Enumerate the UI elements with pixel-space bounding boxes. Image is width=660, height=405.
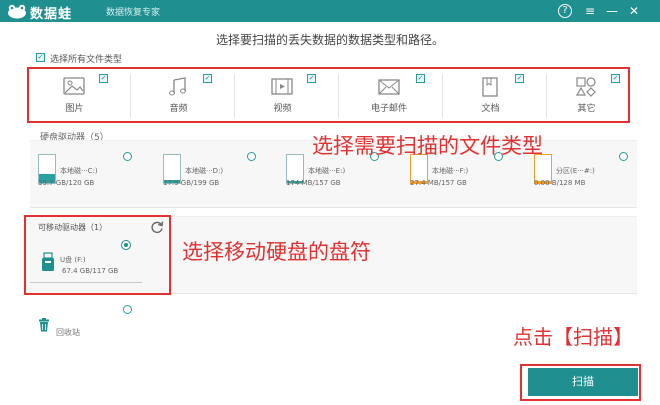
close-icon[interactable]: ✕ <box>626 3 642 19</box>
app-name: 数据蛙 <box>30 7 73 22</box>
drive-radio[interactable] <box>123 152 132 161</box>
annotation-select-drive: 选择移动硬盘的盘符 <box>182 240 371 264</box>
drive-partition[interactable]: 分区(E···#:) 0.00 B/128 MB <box>534 150 654 198</box>
drive-size: 27.4 MB/157 GB <box>410 179 467 187</box>
select-all-label[interactable]: 选择所有文件类型 <box>50 52 122 65</box>
drive-c[interactable]: 本地磁···C:) 39.7 GB/120 GB <box>38 150 158 198</box>
recycle-bin-label[interactable]: 回收站 <box>56 327 80 338</box>
select-all-checkbox[interactable]: ✓ <box>36 53 45 62</box>
frog-logo-icon <box>8 4 26 19</box>
drive-name: 本地磁···E:) <box>308 167 346 175</box>
trash-icon <box>39 318 49 332</box>
drive-d[interactable]: 本地磁···D:) 17.9 GB/199 GB <box>163 150 283 198</box>
annotation-highlight-box <box>27 67 630 123</box>
minimize-icon[interactable]: — <box>604 3 620 19</box>
drive-name: 分区(E···#:) <box>556 167 595 175</box>
drive-size: 0.00 B/128 MB <box>534 179 586 187</box>
menu-icon[interactable]: ≡ <box>582 3 598 19</box>
annotation-click-scan: 点击【扫描】 <box>513 325 633 349</box>
drive-radio[interactable] <box>619 152 628 161</box>
app-subtitle: 数据恢复专家 <box>106 8 161 18</box>
recycle-bin-radio[interactable] <box>123 305 132 314</box>
drive-radio[interactable] <box>247 152 256 161</box>
annotation-highlight-box <box>24 215 171 295</box>
drive-name: 本地磁···F:) <box>432 167 469 175</box>
drive-size: 39.7 GB/120 GB <box>38 179 95 187</box>
drive-name: 本地磁···C:) <box>60 167 98 175</box>
help-icon[interactable]: ? <box>558 4 572 18</box>
page-heading: 选择要扫描的丢失数据的数据类型和路径。 <box>215 33 444 47</box>
drive-size: 17.9 GB/199 GB <box>163 179 220 187</box>
scan-button[interactable]: 扫描 <box>528 368 638 396</box>
annotation-select-types: 选择需要扫描的文件类型 <box>312 134 543 158</box>
drive-name: 本地磁···D:) <box>185 167 224 175</box>
drive-size: 174 MB/157 GB <box>286 179 341 187</box>
